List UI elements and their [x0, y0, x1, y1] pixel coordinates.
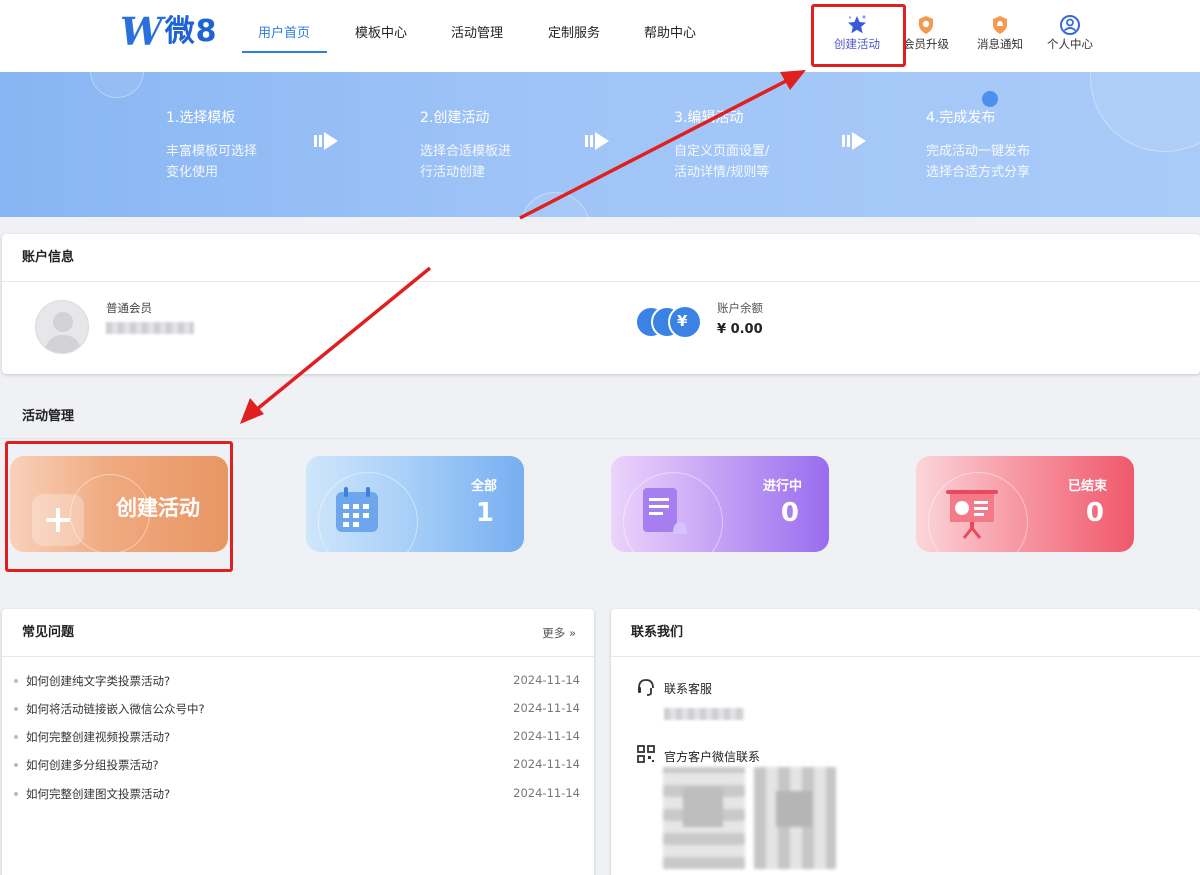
balance-coins-icon — [635, 305, 702, 339]
step-desc: 完成活动一键发布 — [926, 144, 1031, 159]
default-avatar-icon — [44, 312, 82, 353]
calendar-icon — [336, 487, 378, 532]
stat-tile-ongoing[interactable]: 进行中 0 — [611, 456, 829, 552]
faq-item[interactable]: 如何创建多分组投票活动? 2024-11-14 — [14, 757, 580, 785]
balance-label: 账户余额 — [717, 301, 763, 315]
faq-date: 2024-11-14 — [513, 701, 580, 715]
faq-title: 常见问题 — [2, 609, 594, 657]
qr-code-image-blurred — [663, 767, 745, 869]
faq-item[interactable]: 如何完整创建图文投票活动? 2024-11-14 — [14, 786, 580, 814]
nav-home[interactable]: 用户首页 — [258, 22, 310, 54]
faq-item[interactable]: 如何创建纯文字类投票活动? 2024-11-14 — [14, 673, 580, 701]
step-title: 3.编辑活动 — [674, 110, 744, 126]
header-notifications-label: 消息通知 — [977, 37, 1023, 51]
banner-step-4: 4.完成发布 完成活动一键发布 选择合适方式分享 — [926, 108, 1030, 183]
top-header: W 微8 用户首页 模板中心 活动管理 定制服务 帮助中心 创建活动 会员升级 … — [0, 0, 1200, 72]
highlight-box-create-tile — [5, 441, 233, 572]
step-desc: 选择合适模板进 — [420, 144, 512, 159]
qr-code-icon — [637, 745, 655, 763]
stat-tile-ended[interactable]: 已结束 0 — [916, 456, 1134, 552]
activity-management-title: 活动管理 — [22, 409, 75, 424]
banner-dot — [982, 91, 998, 107]
header-notifications-button[interactable]: 消息通知 — [965, 14, 1035, 51]
stat-ongoing-value: 0 — [780, 498, 799, 528]
header-user-center-label: 个人中心 — [1047, 37, 1093, 51]
user-circle-icon — [1060, 15, 1080, 35]
highlight-box-header-create — [811, 4, 906, 67]
bullet-dot — [14, 735, 18, 739]
nav-templates[interactable]: 模板中心 — [355, 22, 407, 54]
faq-date: 2024-11-14 — [513, 673, 580, 687]
contact-title: 联系我们 — [611, 609, 1200, 657]
stat-ongoing-label: 进行中 — [762, 479, 802, 494]
step-title: 1.选择模板 — [166, 110, 236, 126]
bullet-dot — [14, 792, 18, 796]
bullet-dot — [14, 679, 18, 683]
stat-all-label: 全部 — [470, 479, 497, 494]
faq-question[interactable]: 如何将活动链接嵌入微信公众号中? — [26, 701, 205, 717]
faq-question[interactable]: 如何创建纯文字类投票活动? — [26, 673, 170, 689]
contact-service-label: 联系客服 — [664, 682, 713, 696]
step-desc: 自定义页面设置/ — [674, 144, 770, 159]
arrow-right-icon — [842, 132, 866, 150]
step-desc: 活动详情/规则等 — [674, 165, 770, 180]
headset-icon — [638, 679, 654, 696]
contact-wechat-label: 官方客户微信联系 — [664, 750, 761, 764]
brand-logo[interactable]: W 微8 — [120, 12, 218, 52]
bullet-dot — [14, 763, 18, 767]
logo-mark: W — [120, 9, 163, 54]
banner-decoration — [1090, 72, 1200, 152]
balance-value: ¥ 0.00 — [717, 322, 763, 337]
presentation-board-icon — [946, 490, 998, 539]
faq-question[interactable]: 如何完整创建图文投票活动? — [26, 786, 170, 802]
currency-symbol: ¥ — [677, 312, 688, 330]
vip-badge-icon — [919, 16, 933, 34]
stat-ended-value: 0 — [1085, 498, 1104, 528]
faq-item[interactable]: 如何完整创建视频投票活动? 2024-11-14 — [14, 729, 580, 757]
faq-question[interactable]: 如何完整创建视频投票活动? — [26, 729, 170, 745]
nav-active-indicator — [242, 51, 327, 53]
stat-all-value: 1 — [475, 498, 494, 528]
banner-step-2: 2.创建活动 选择合适模板进 行活动创建 — [420, 108, 511, 183]
faq-item[interactable]: 如何将活动链接嵌入微信公众号中? 2024-11-14 — [14, 701, 580, 729]
banner-step-1: 1.选择模板 丰富模板可选择 变化使用 — [166, 108, 257, 183]
banner-step-3: 3.编辑活动 自定义页面设置/ 活动详情/规则等 — [674, 108, 769, 183]
step-desc: 选择合适方式分享 — [926, 165, 1031, 180]
service-phone-blurred — [664, 708, 744, 720]
account-info-card: 账户信息 — [2, 234, 1200, 374]
member-level: 普通会员 — [106, 301, 152, 315]
faq-date: 2024-11-14 — [513, 729, 580, 743]
bullet-dot — [14, 707, 18, 711]
faq-date: 2024-11-14 — [513, 786, 580, 800]
faq-question[interactable]: 如何创建多分组投票活动? — [26, 757, 159, 773]
bell-badge-icon — [993, 16, 1007, 34]
nav-custom-service[interactable]: 定制服务 — [548, 22, 600, 54]
step-desc: 变化使用 — [166, 165, 219, 180]
header-user-center-button[interactable]: 个人中心 — [1035, 14, 1105, 51]
divider — [0, 438, 1200, 439]
step-title: 4.完成发布 — [926, 110, 996, 126]
steps-banner: 1.选择模板 丰富模板可选择 变化使用 2.创建活动 选择合适模板进 行活动创建… — [0, 72, 1200, 217]
nav-help-center[interactable]: 帮助中心 — [644, 22, 696, 54]
step-desc: 丰富模板可选择 — [166, 144, 258, 159]
nav-activity-management[interactable]: 活动管理 — [451, 22, 503, 54]
arrow-right-icon — [314, 132, 338, 150]
avatar — [35, 300, 89, 354]
banner-decoration — [90, 72, 144, 98]
stat-ended-label: 已结束 — [1067, 479, 1107, 494]
arrow-right-icon — [585, 132, 609, 150]
document-bell-icon — [643, 488, 687, 534]
qr-code-image-blurred — [754, 767, 836, 869]
step-title: 2.创建活动 — [420, 110, 490, 126]
stat-tile-all[interactable]: 全部 1 — [306, 456, 524, 552]
faq-more-link[interactable]: 更多 » — [542, 625, 576, 641]
account-info-title: 账户信息 — [2, 234, 1200, 282]
faq-date: 2024-11-14 — [513, 757, 580, 771]
step-desc: 行活动创建 — [420, 165, 486, 180]
username-blurred — [106, 322, 194, 334]
logo-text: 微8 — [164, 14, 218, 49]
banner-decoration — [520, 192, 590, 217]
